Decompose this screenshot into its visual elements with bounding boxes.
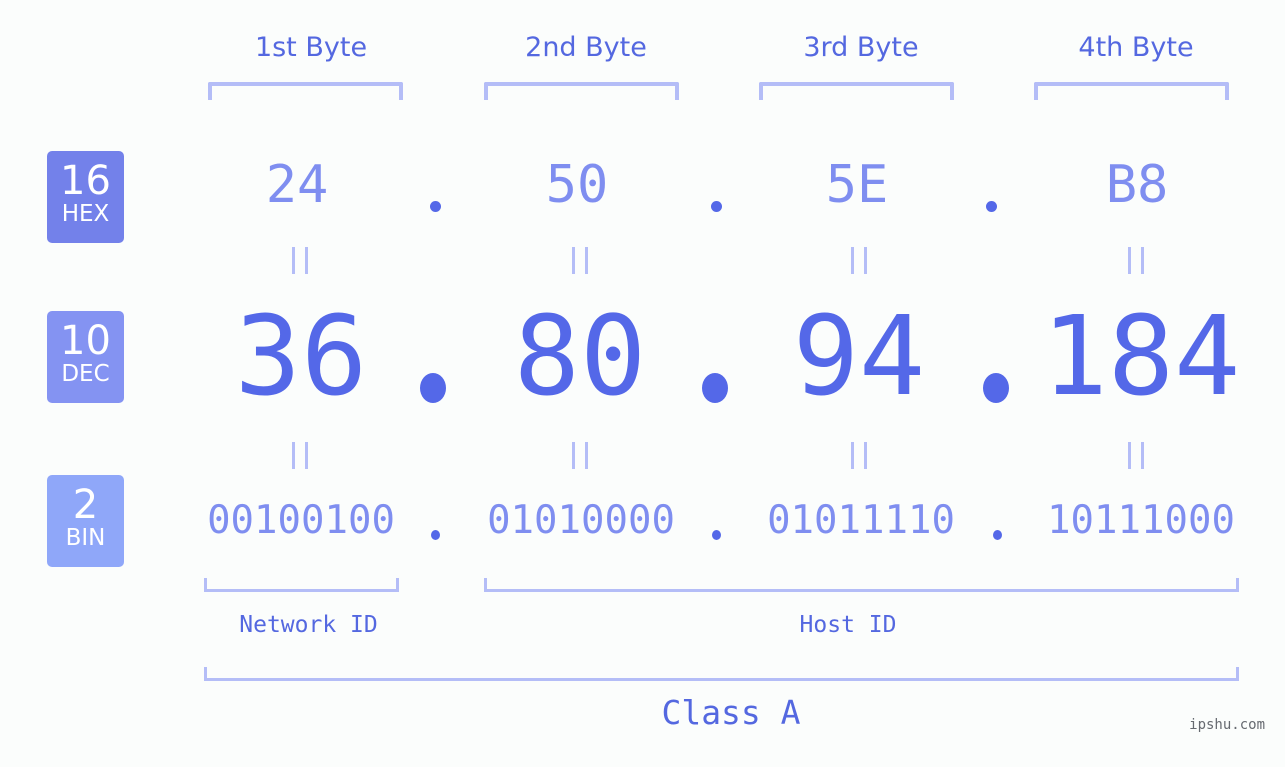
network-id-bracket <box>204 578 399 592</box>
equals-icon <box>1128 247 1144 274</box>
dec-base-label: DEC <box>61 361 110 387</box>
hex-dot-3 <box>986 201 997 212</box>
bin-badge: 2 BIN <box>47 475 124 567</box>
equals-icon <box>292 442 308 469</box>
watermark: ipshu.com <box>1189 717 1265 733</box>
host-id-label: Host ID <box>799 612 897 638</box>
dec-base-number: 10 <box>60 318 111 364</box>
hex-value-4: B8 <box>1105 155 1169 215</box>
bin-value-3: 01011110 <box>767 498 955 543</box>
byte-bracket-4 <box>1034 82 1229 100</box>
network-id-label: Network ID <box>239 612 378 638</box>
dec-value-1: 36 <box>234 292 368 420</box>
byte-label-3: 3rd Byte <box>803 32 919 63</box>
equals-icon <box>292 247 308 274</box>
bin-dot-1 <box>431 530 440 540</box>
dec-dot-3 <box>983 373 1009 403</box>
equals-icon <box>1128 442 1144 469</box>
byte-bracket-2 <box>484 82 679 100</box>
dec-value-2: 80 <box>513 292 647 420</box>
hex-value-2: 50 <box>545 155 609 215</box>
hex-dot-2 <box>711 201 722 212</box>
byte-label-1: 1st Byte <box>254 32 368 63</box>
dec-value-4: 184 <box>1041 292 1241 420</box>
hex-badge: 16 HEX <box>47 151 124 243</box>
equals-icon <box>851 247 867 274</box>
hex-value-3: 5E <box>825 155 889 215</box>
host-id-bracket <box>484 578 1239 592</box>
hex-base-label: HEX <box>61 201 110 227</box>
dec-badge: 10 DEC <box>47 311 124 403</box>
ip-class-label: Class A <box>661 693 801 732</box>
byte-bracket-3 <box>759 82 954 100</box>
bin-base-number: 2 <box>72 482 99 528</box>
hex-dot-1 <box>430 201 441 212</box>
hex-base-number: 16 <box>60 158 111 204</box>
bin-value-2: 01010000 <box>487 498 675 543</box>
equals-icon <box>572 247 588 274</box>
bin-dot-2 <box>712 530 721 540</box>
byte-label-4: 4th Byte <box>1078 32 1194 63</box>
class-bracket <box>204 667 1239 681</box>
dec-dot-2 <box>702 373 728 403</box>
byte-label-2: 2nd Byte <box>525 32 647 63</box>
bin-value-1: 00100100 <box>207 498 395 543</box>
bin-dot-3 <box>993 530 1002 540</box>
bin-base-label: BIN <box>65 525 106 551</box>
equals-icon <box>851 442 867 469</box>
dec-value-3: 94 <box>792 292 926 420</box>
bin-value-4: 10111000 <box>1047 498 1235 543</box>
hex-value-1: 24 <box>265 155 329 215</box>
byte-bracket-1 <box>208 82 403 100</box>
dec-dot-1 <box>420 373 446 403</box>
equals-icon <box>572 442 588 469</box>
